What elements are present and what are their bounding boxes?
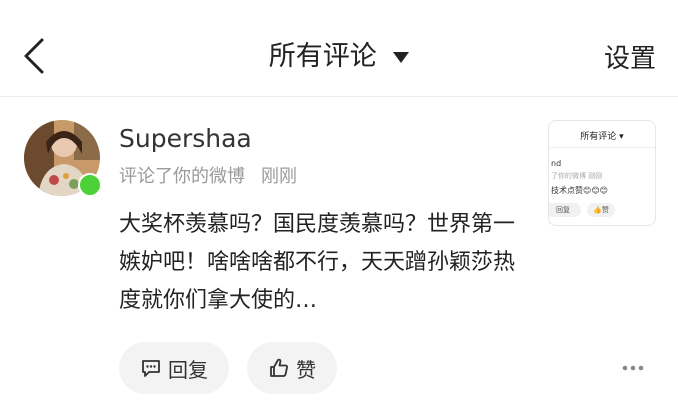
original-post-thumbnail[interactable]: 所有评论 ▾ nd 了你的微博 刚刚 技术点赞😊😊😊 回复 👍 赞 [548, 120, 656, 226]
top-bar: 所有评论 设置 [0, 0, 678, 97]
comment-meta: 评论了你的微博 刚刚 [119, 162, 297, 188]
online-status-dot [78, 173, 102, 197]
thumbnail-reply-pill: 回复 [549, 203, 581, 217]
caret-down-icon [393, 51, 410, 63]
reply-button[interactable]: 回复 [119, 342, 229, 394]
thumbnail-like-pill: 👍 赞 [587, 203, 615, 217]
comment-bubble-icon [142, 360, 160, 377]
more-dots-icon [622, 365, 644, 371]
thumbnail-name: nd [551, 159, 562, 168]
like-label: 赞 [296, 357, 316, 382]
settings-button[interactable]: 设置 [604, 38, 656, 75]
comment-time: 刚刚 [261, 166, 297, 187]
comment-content[interactable]: 大奖杯羡慕吗？国民度羡慕吗？世界第一嫉妒吧！啥啥啥都不行，天天蹭孙颖莎热度就你们… [119, 206, 519, 320]
comment-action-text: 评论了你的微博 [119, 166, 245, 187]
thumbnail-title: 所有评论 ▾ [580, 132, 624, 142]
more-options-button[interactable] [620, 358, 646, 378]
comment-filter-dropdown[interactable]: 所有评论 [0, 34, 678, 73]
thumbs-up-icon [270, 358, 288, 377]
thumbnail-divider [549, 147, 655, 148]
like-button[interactable]: 赞 [247, 342, 337, 394]
thumbnail-meta: 了你的微博 刚刚 [551, 172, 603, 180]
comment-username[interactable]: Supershaa [119, 124, 252, 153]
page-title: 所有评论 [268, 41, 377, 72]
reply-label: 回复 [168, 357, 208, 382]
thumbnail-text: 技术点赞😊😊😊 [551, 186, 609, 195]
